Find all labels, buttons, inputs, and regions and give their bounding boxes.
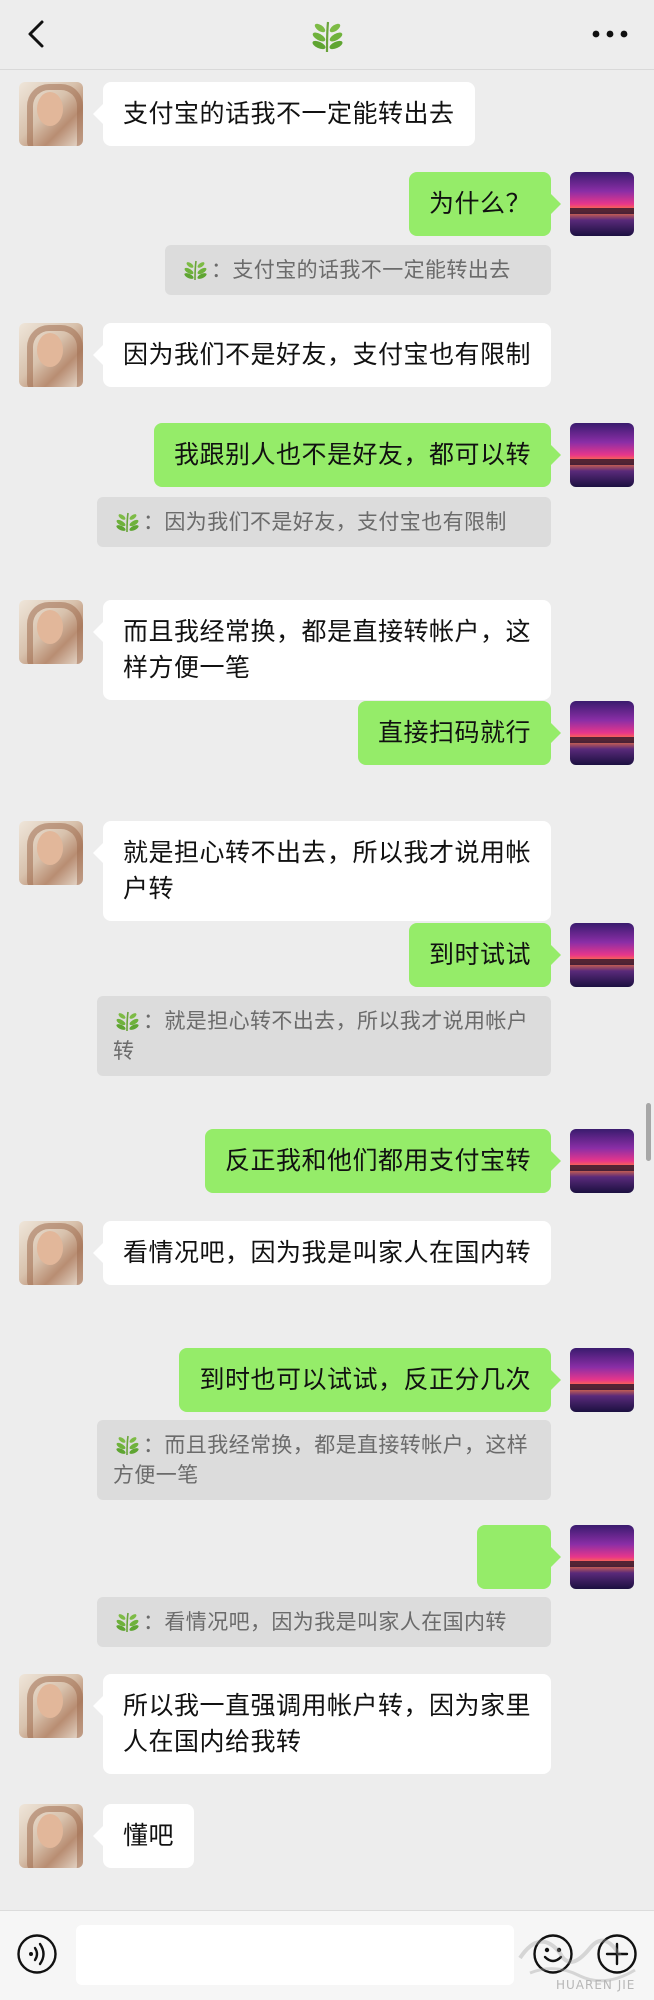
leaf-icon <box>116 1011 139 1032</box>
leaf-icon <box>116 512 139 533</box>
received-message[interactable]: 所以我一直强调用帐户转，因为家里人在国内给我转 <box>93 1674 551 1774</box>
contact-avatar[interactable] <box>19 1221 83 1285</box>
sent-message[interactable]: 直接扫码就行 <box>357 701 562 765</box>
message-input[interactable] <box>76 1925 514 1985</box>
scrollbar[interactable] <box>646 1103 651 1161</box>
quoted-text: ：支付宝的话我不一定能转出去 <box>211 258 511 282</box>
quoted-text: ：看情况吧，因为我是叫家人在国内转 <box>143 1610 507 1634</box>
received-message[interactable]: 看情况吧，因为我是叫家人在国内转 <box>93 1221 551 1285</box>
leaf-icon <box>116 1612 139 1633</box>
leaf-icon <box>116 1435 139 1456</box>
voice-icon[interactable] <box>16 1933 58 1975</box>
chevron-left-icon[interactable] <box>20 16 56 52</box>
contact-avatar[interactable] <box>19 323 83 387</box>
received-message[interactable]: 支付宝的话我不一定能转出去 <box>93 82 475 146</box>
sent-message[interactable]: 到时也可以试试，反正分几次 <box>179 1348 561 1412</box>
contact-avatar[interactable] <box>19 1804 83 1868</box>
quoted-reply[interactable]: ：而且我经常换，都是直接转帐户，这样方便一笔 <box>97 1420 551 1500</box>
chat-header <box>0 0 654 70</box>
user-avatar[interactable] <box>570 701 634 765</box>
quoted-reply[interactable]: ：就是担心转不出去，所以我才说用帐户转 <box>97 996 551 1076</box>
leaf-icon <box>184 260 207 281</box>
received-message[interactable]: 就是担心转不出去，所以我才说用帐户转 <box>93 821 551 921</box>
received-message[interactable]: 懂吧 <box>92 1804 195 1868</box>
sent-message[interactable]: 到时试试 <box>408 923 562 987</box>
quoted-reply[interactable]: ：支付宝的话我不一定能转出去 <box>165 245 551 295</box>
user-avatar[interactable] <box>570 1525 634 1589</box>
sent-emoji-message[interactable] <box>477 1525 561 1644</box>
received-message[interactable]: 而且我经常换，都是直接转帐户，这样方便一笔 <box>93 600 551 700</box>
sent-message[interactable]: 为什么？ <box>408 172 562 236</box>
received-message[interactable]: 因为我们不是好友，支付宝也有限制 <box>93 323 551 387</box>
sent-message[interactable]: 我跟别人也不是好友，都可以转 <box>153 423 562 487</box>
user-avatar[interactable] <box>570 923 634 987</box>
contact-avatar[interactable] <box>19 82 83 146</box>
quoted-text: ：而且我经常换，都是直接转帐户，这样方便一笔 <box>113 1433 529 1487</box>
user-avatar[interactable] <box>570 1348 634 1412</box>
contact-avatar[interactable] <box>19 821 83 885</box>
chat-messages[interactable]: 支付宝的话我不一定能转出去 为什么？ ：支付宝的话我不一定能转出去 因为我们不是… <box>0 70 654 1910</box>
user-avatar[interactable] <box>570 1129 634 1193</box>
quoted-text: ：因为我们不是好友，支付宝也有限制 <box>143 510 507 534</box>
contact-avatar[interactable] <box>19 600 83 664</box>
quoted-reply[interactable]: ：看情况吧，因为我是叫家人在国内转 <box>97 1597 551 1647</box>
contact-avatar[interactable] <box>19 1674 83 1738</box>
more-dots-icon[interactable] <box>588 20 632 48</box>
watermark-text: HUAREN JIE <box>556 1978 636 1992</box>
sent-message[interactable]: 反正我和他们都用支付宝转 <box>204 1129 562 1193</box>
quoted-reply[interactable]: ：因为我们不是好友，支付宝也有限制 <box>97 497 551 547</box>
user-avatar[interactable] <box>570 423 634 487</box>
leaf-icon <box>312 21 343 53</box>
quoted-text: ：就是担心转不出去，所以我才说用帐户转 <box>113 1009 529 1063</box>
user-avatar[interactable] <box>570 172 634 236</box>
